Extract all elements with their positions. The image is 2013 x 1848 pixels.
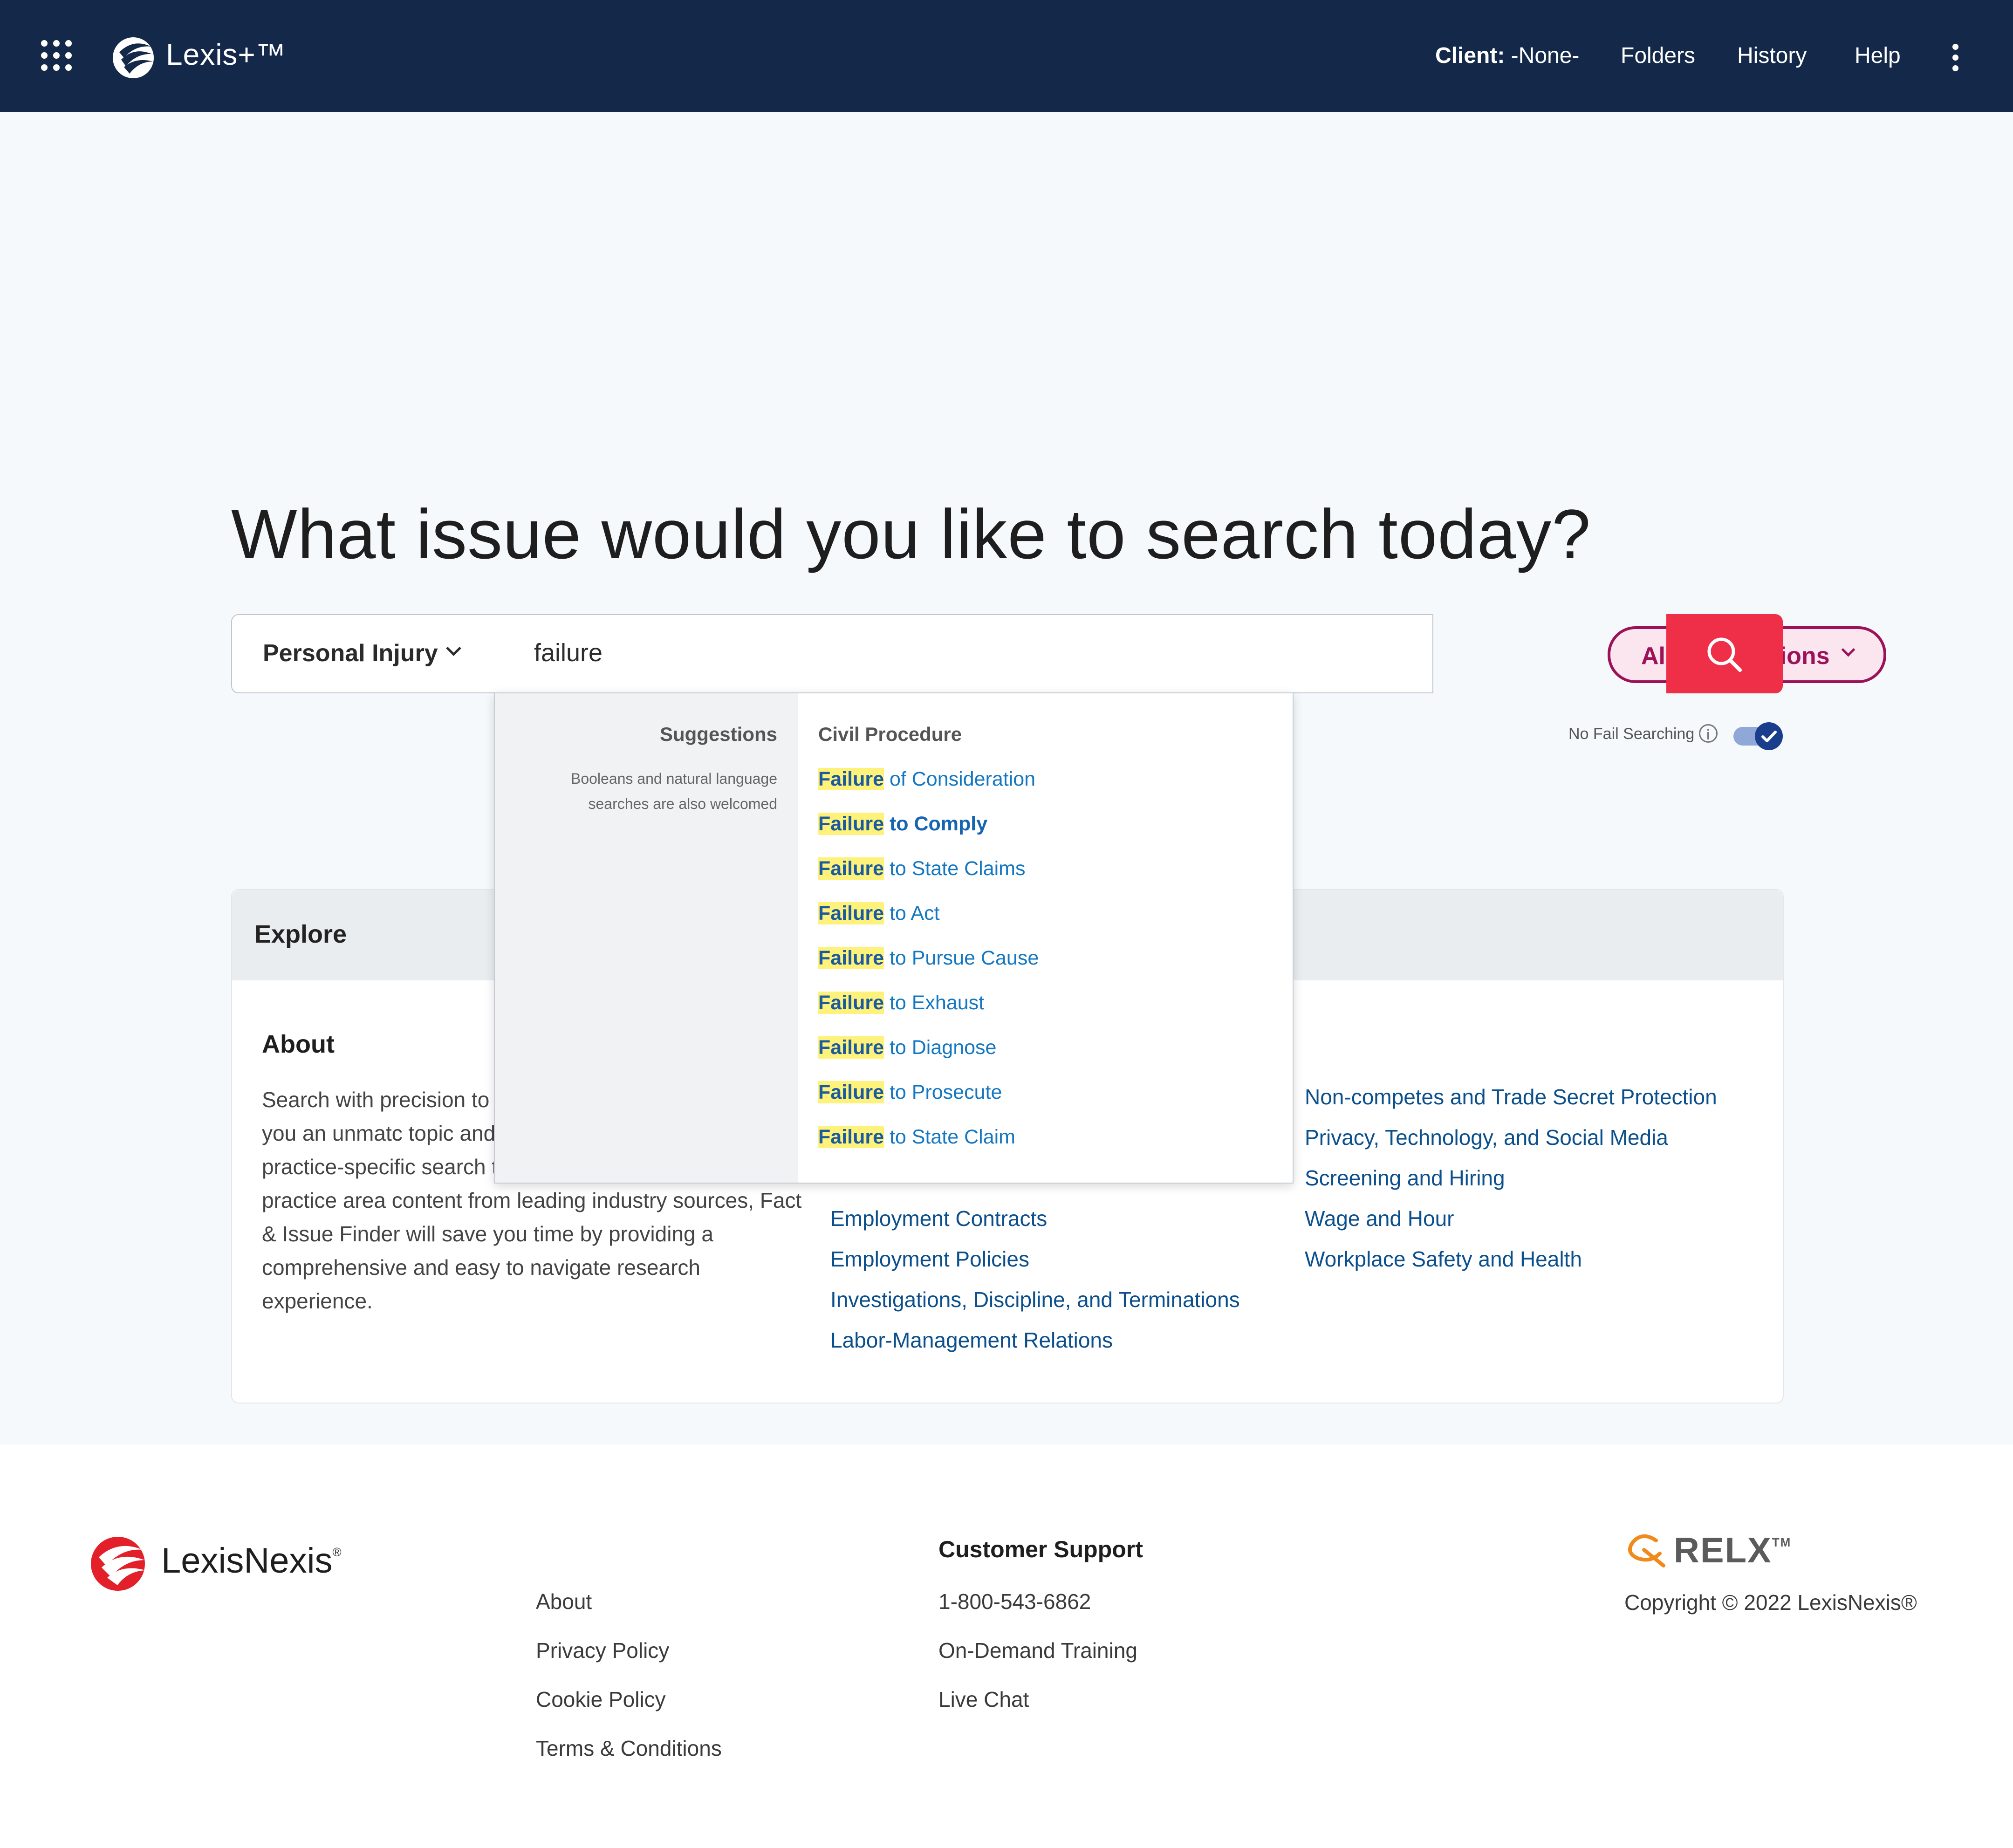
footer-link-about[interactable]: About <box>536 1589 592 1614</box>
relx-brand: RELXTM <box>1674 1531 1792 1570</box>
search-button[interactable] <box>1666 614 1783 693</box>
suggestion-item[interactable]: Failure to Exhaust <box>818 992 984 1014</box>
topic-link[interactable]: Screening and Hiring <box>1305 1165 1505 1191</box>
search-field: All Jurisdictions <box>493 614 1886 693</box>
support-live-chat[interactable]: Live Chat <box>938 1687 1029 1712</box>
suggestion-item[interactable]: Failure to Pursue Cause <box>818 947 1039 970</box>
footer-brand[interactable]: LexisNexis® <box>161 1540 342 1581</box>
info-icon[interactable] <box>1699 724 1718 743</box>
footer-link-terms[interactable]: Terms & Conditions <box>536 1736 722 1761</box>
toggle-knob <box>1755 722 1783 750</box>
copyright: Copyright © 2022 LexisNexis® <box>1624 1590 1917 1615</box>
footer-link-privacy[interactable]: Privacy Policy <box>536 1638 669 1663</box>
search-bar: Personal Injury All Jurisdictions <box>231 614 1886 693</box>
suggestion-item[interactable]: Failure to State Claims <box>818 857 1026 880</box>
lexis-logo-icon[interactable] <box>110 34 157 80</box>
top-bar: Lexis+™ Client: -None- Folders History H… <box>0 0 2013 112</box>
topic-link[interactable]: Investigations, Discipline, and Terminat… <box>830 1287 1240 1312</box>
practice-area-dropdown[interactable]: Personal Injury <box>231 614 495 693</box>
topic-link[interactable]: Workplace Safety and Health <box>1305 1246 1582 1272</box>
suggestions-panel: Suggestions Booleans and natural languag… <box>495 693 798 1183</box>
suggestion-item[interactable]: Failure to Act <box>818 902 940 925</box>
topic-link[interactable]: Non-competes and Trade Secret Protection <box>1305 1084 1717 1109</box>
explore-title: Explore <box>254 920 347 948</box>
topic-link[interactable]: Labor-Management Relations <box>830 1328 1113 1353</box>
more-options-icon[interactable] <box>1950 44 1961 72</box>
topic-link[interactable]: Privacy, Technology, and Social Media <box>1305 1125 1668 1150</box>
about-title: About <box>262 1030 335 1058</box>
nav-help[interactable]: Help <box>1855 43 1901 68</box>
support-phone[interactable]: 1-800-543-6862 <box>938 1589 1091 1614</box>
suggestions-title: Suggestions <box>659 723 777 745</box>
suggestion-item[interactable]: Failure to Prosecute <box>818 1081 1002 1104</box>
suggestions-note: Booleans and natural language searches a… <box>570 770 777 812</box>
app-name[interactable]: Lexis+™ <box>166 37 286 72</box>
client-value: -None- <box>1511 43 1580 68</box>
footer-link-cookie[interactable]: Cookie Policy <box>536 1687 666 1712</box>
app-grid-icon[interactable] <box>41 40 72 71</box>
topic-link[interactable]: Wage and Hour <box>1305 1206 1454 1231</box>
topic-link[interactable]: Employment Policies <box>830 1246 1029 1272</box>
suggestion-item[interactable]: Failure to State Claim <box>818 1126 1015 1149</box>
no-fail-label: No Fail Searching <box>1568 725 1695 743</box>
suggestion-category: Civil Procedure <box>818 723 962 745</box>
suggestion-item[interactable]: Failure to Diagnose <box>818 1036 996 1059</box>
client-selector[interactable]: Client: -None- <box>1435 43 1579 68</box>
nav-folders[interactable]: Folders <box>1621 43 1695 68</box>
search-input[interactable] <box>534 638 1326 667</box>
support-training[interactable]: On-Demand Training <box>938 1638 1137 1663</box>
checkmark-icon <box>1761 731 1777 742</box>
suggestion-item[interactable]: Failure to Comply <box>818 813 987 835</box>
chevron-down-icon <box>446 641 461 656</box>
no-fail-toggle[interactable] <box>1733 722 1783 750</box>
nav-history[interactable]: History <box>1737 43 1807 68</box>
lexisnexis-logo-icon[interactable] <box>89 1533 147 1592</box>
chevron-down-icon <box>1841 643 1856 657</box>
suggestion-item[interactable]: Failure of Consideration <box>818 768 1035 791</box>
support-title: Customer Support <box>938 1536 1143 1562</box>
practice-area-label: Personal Injury <box>263 640 438 667</box>
client-label: Client: <box>1435 43 1505 68</box>
page-title: What issue would you like to search toda… <box>231 495 1591 573</box>
topic-link[interactable]: Employment Contracts <box>830 1206 1047 1231</box>
relx-logo-icon[interactable] <box>1623 1531 1670 1568</box>
suggestions-dropdown: Suggestions Booleans and natural languag… <box>494 692 1294 1184</box>
search-icon <box>1707 637 1742 672</box>
